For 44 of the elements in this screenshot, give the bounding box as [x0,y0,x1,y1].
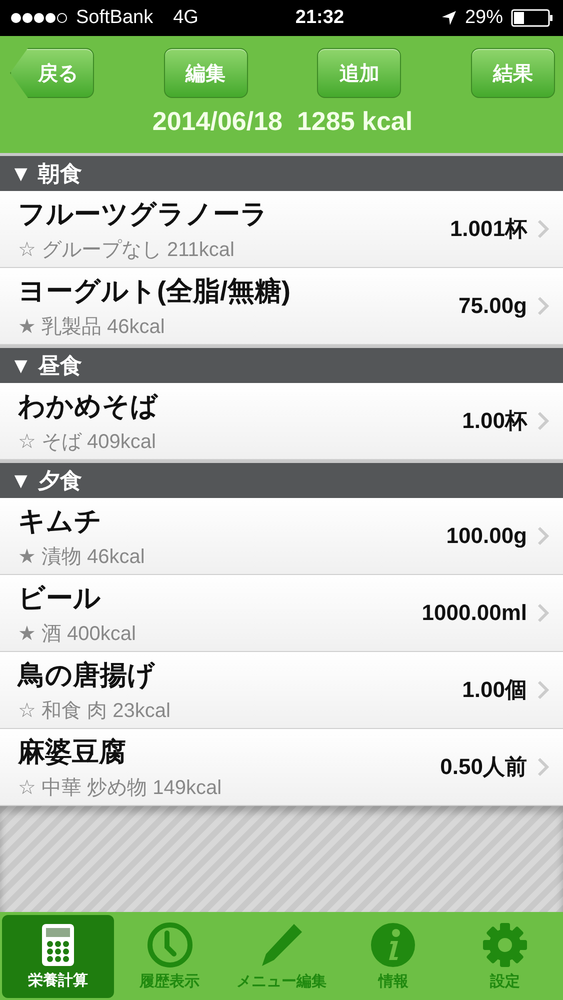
food-amount: 75.00g [458,293,527,319]
info-icon [370,922,416,968]
chevron-icon [537,219,549,239]
food-name: キムチ [18,504,103,538]
network-type: 4G [173,7,198,29]
food-name: ビール [18,582,102,614]
food-detail: ★ 漬物 46kcal [18,544,146,570]
section-header: ▼ 朝食 [0,153,563,191]
food-name: フルーツグラノーラ [18,198,269,230]
chevron-icon [537,603,549,623]
food-amount: 0.50人前 [440,753,527,781]
battery-icon [511,9,554,27]
food-name: ヨーグルト(全脂/無糖) [18,274,292,308]
food-detail: ☆ 和食 肉 23kcal [18,698,172,724]
food-amount: 1.00個 [462,676,527,704]
location-arrow-icon [440,10,457,26]
chevron-icon [537,411,549,431]
food-detail: ☆ グループなし 211kcal [18,238,236,262]
chevron-icon [537,296,549,316]
food-amount: 100.00g [446,523,527,549]
date-calorie-summary: 2014/06/18 1285 kcal [151,106,414,137]
food-amount: 1000.00ml [422,600,527,626]
calculator-icon [40,923,76,967]
signal-icon [10,12,68,24]
chevron-icon [537,680,549,700]
section-header: ▼ 夕食 [0,460,563,498]
food-name: 鳥の唐揚げ [18,658,156,692]
food-detail: ★ 酒 400kcal [18,622,137,646]
settings-icon [482,922,528,968]
carrier-name: SoftBank [76,7,154,29]
food-detail: ☆ そば 409kcal [18,430,157,454]
tab-item[interactable]: 栄養計算 [2,915,114,998]
clock-icon [146,922,193,968]
food-name: 麻婆豆腐 [18,736,127,768]
food-amount: 1.00杯 [462,407,527,435]
chevron-icon [537,757,549,777]
food-name: わかめそば [18,390,159,422]
food-detail: ☆ 中華 炒め物 149kcal [18,776,223,800]
clock-time: 21:32 [295,7,344,29]
food-amount: 1.001杯 [450,215,527,243]
section-header: ▼ 昼食 [0,345,563,383]
chevron-icon [537,526,549,546]
food-detail: ★ 乳製品 46kcal [18,314,166,340]
battery-percent: 29% [464,7,504,29]
